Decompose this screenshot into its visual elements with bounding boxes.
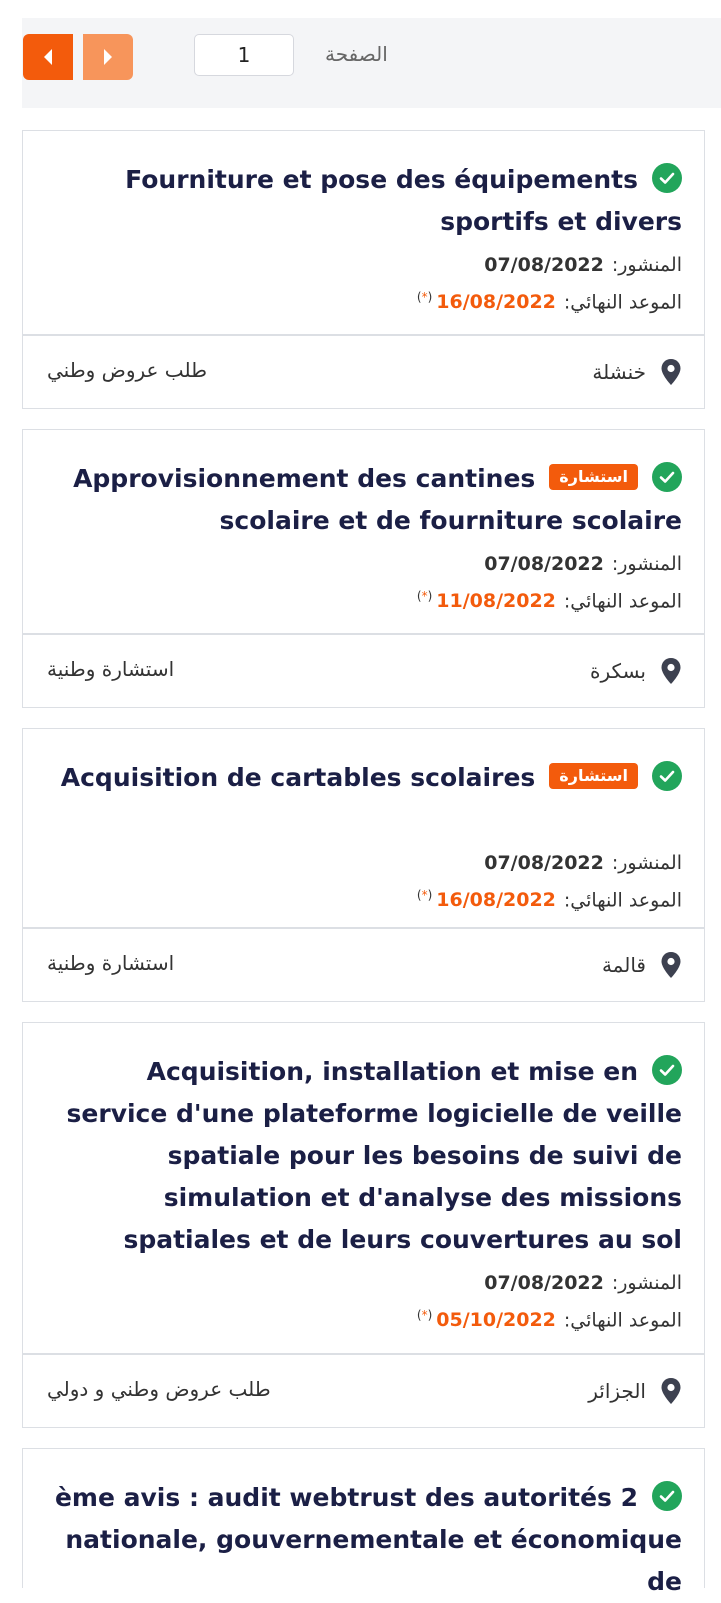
deadline-note: (*) bbox=[416, 888, 433, 902]
deadline-date: 11/08/2022 bbox=[436, 590, 556, 613]
tender-type: استشارة وطنية bbox=[47, 951, 175, 975]
tender-card[interactable]: استشارةAcquisition de cartables scolaire… bbox=[22, 728, 705, 1002]
published-date: 07/08/2022 bbox=[484, 1272, 604, 1294]
deadline-date: 16/08/2022 bbox=[436, 291, 556, 314]
tender-type: طلب عروض وطني bbox=[47, 358, 207, 382]
map-pin-icon bbox=[661, 658, 681, 684]
pagination-bar: 1 الصفحة bbox=[22, 18, 721, 108]
published-date: 07/08/2022 bbox=[484, 553, 604, 575]
published-row: المنشور:07/08/2022 bbox=[484, 1272, 682, 1294]
location: الجزائر bbox=[588, 1377, 682, 1405]
page-label: الصفحة bbox=[325, 42, 388, 66]
deadline-note: (*) bbox=[416, 589, 433, 603]
published-date: 07/08/2022 bbox=[484, 254, 604, 276]
map-pin-icon bbox=[661, 952, 681, 978]
deadline-row: الموعد النهائي:05/10/2022(*) bbox=[416, 1308, 682, 1332]
location: بسكرة bbox=[590, 657, 682, 685]
deadline-note: (*) bbox=[416, 1308, 433, 1322]
page-number-input[interactable]: 1 bbox=[194, 34, 294, 76]
verified-check-icon bbox=[652, 163, 682, 193]
map-pin-icon bbox=[661, 1378, 681, 1404]
tender-title[interactable]: استشارةAcquisition de cartables scolaire… bbox=[45, 757, 682, 841]
verified-check-icon bbox=[652, 462, 682, 492]
next-page-button[interactable] bbox=[83, 34, 133, 80]
map-pin-icon bbox=[661, 359, 681, 385]
deadline-date: 05/10/2022 bbox=[436, 1309, 556, 1332]
location: قالمة bbox=[602, 951, 682, 979]
tender-title[interactable]: Fourniture et pose des équipements sport… bbox=[45, 159, 682, 243]
tender-card[interactable]: Fourniture et pose des équipements sport… bbox=[22, 130, 705, 409]
verified-check-icon bbox=[652, 1481, 682, 1511]
tender-card[interactable]: ème avis : audit webtrust des autorités … bbox=[22, 1448, 705, 1596]
tender-card[interactable]: استشارةApprovisionnement des cantines sc… bbox=[22, 429, 705, 708]
chevron-right-icon bbox=[104, 49, 112, 65]
deadline-date: 16/08/2022 bbox=[436, 889, 556, 912]
published-date: 07/08/2022 bbox=[484, 852, 604, 874]
chevron-left-icon bbox=[44, 49, 52, 65]
deadline-row: الموعد النهائي:16/08/2022(*) bbox=[416, 290, 682, 314]
tender-card[interactable]: Acquisition, installation et mise en ser… bbox=[22, 1022, 705, 1428]
published-row: المنشور:07/08/2022 bbox=[484, 553, 682, 575]
verified-check-icon bbox=[652, 1055, 682, 1085]
verified-check-icon bbox=[652, 761, 682, 791]
published-row: المنشور:07/08/2022 bbox=[484, 852, 682, 874]
consultation-badge: استشارة bbox=[549, 464, 638, 490]
deadline-row: الموعد النهائي:11/08/2022(*) bbox=[416, 589, 682, 613]
prev-page-button[interactable] bbox=[23, 34, 73, 80]
tender-title[interactable]: ème avis : audit webtrust des autorités … bbox=[45, 1477, 682, 1603]
deadline-note: (*) bbox=[416, 290, 433, 304]
tender-type: استشارة وطنية bbox=[47, 657, 175, 681]
tender-type: طلب عروض وطني و دولي bbox=[47, 1377, 271, 1401]
consultation-badge: استشارة bbox=[549, 763, 638, 789]
published-row: المنشور:07/08/2022 bbox=[484, 254, 682, 276]
deadline-row: الموعد النهائي:16/08/2022(*) bbox=[416, 888, 682, 912]
tender-title[interactable]: Acquisition, installation et mise en ser… bbox=[45, 1051, 682, 1261]
location: خنشلة bbox=[592, 358, 682, 386]
tender-title[interactable]: استشارةApprovisionnement des cantines sc… bbox=[45, 458, 682, 542]
